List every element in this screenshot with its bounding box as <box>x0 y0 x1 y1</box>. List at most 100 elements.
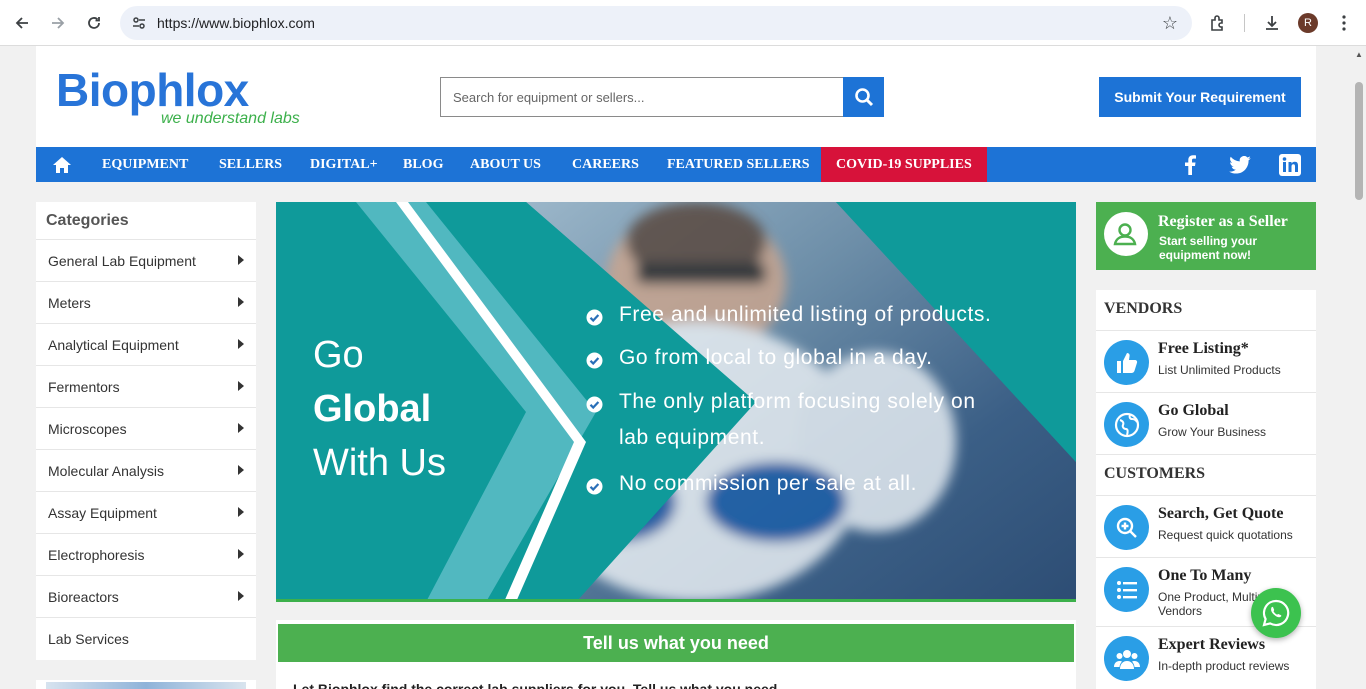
hero-banner[interactable]: Go Global With Us Free and unlimited lis… <box>276 202 1076 602</box>
search-field[interactable] <box>440 77 844 117</box>
category-label: Bioreactors <box>48 588 119 605</box>
caret-right-icon <box>238 297 244 307</box>
banner-line-with-us: With Us <box>313 442 446 484</box>
home-icon[interactable] <box>52 155 72 175</box>
benefit-free-listing[interactable]: Free Listing* List Unlimited Products <box>1096 330 1316 392</box>
nav-digital[interactable]: DIGITAL+ <box>310 147 378 182</box>
category-label: Meters <box>48 294 91 311</box>
reload-icon[interactable] <box>82 11 106 35</box>
category-label: Assay Equipment <box>48 504 157 521</box>
banner-line-global: Global <box>313 388 432 430</box>
whatsapp-icon <box>1262 599 1290 627</box>
profile-avatar[interactable]: R <box>1298 13 1318 33</box>
users-group-icon <box>1104 636 1149 681</box>
category-label: Molecular Analysis <box>48 462 164 479</box>
category-item[interactable]: General Lab Equipment <box>36 239 256 281</box>
benefit-go-global[interactable]: Go Global Grow Your Business <box>1096 392 1316 454</box>
bookmark-star-icon[interactable]: ☆ <box>1162 13 1178 33</box>
customers-heading: CUSTOMERS <box>1096 454 1316 483</box>
category-item[interactable]: Meters <box>36 281 256 323</box>
tell-us-section: Tell us what you need Let Biophlox find … <box>276 620 1076 689</box>
check-circle-icon <box>586 352 603 369</box>
category-item[interactable]: Assay Equipment <box>36 491 256 533</box>
site-logo[interactable]: Biophlox we understand labs <box>56 64 316 134</box>
category-label: Analytical Equipment <box>48 336 179 353</box>
logo-tagline: we understand labs <box>161 110 300 127</box>
download-icon[interactable] <box>1260 11 1284 35</box>
browser-toolbar: https://www.biophlox.com ☆ R <box>0 0 1366 46</box>
scroll-up-arrow-icon[interactable]: ▲ <box>1355 50 1363 59</box>
list-icon <box>1104 567 1149 612</box>
category-item[interactable]: Analytical Equipment <box>36 323 256 365</box>
caret-right-icon <box>238 339 244 349</box>
benefit-subtitle: List Unlimited Products <box>1158 363 1281 377</box>
banner-line-go: Go <box>313 334 364 376</box>
caret-right-icon <box>238 549 244 559</box>
register-title: Register as a Seller <box>1158 213 1288 230</box>
caret-right-icon <box>238 423 244 433</box>
extensions-icon[interactable] <box>1206 11 1230 35</box>
back-arrow-icon[interactable] <box>10 11 34 35</box>
category-label: General Lab Equipment <box>48 252 196 269</box>
linkedin-icon[interactable] <box>1279 154 1301 176</box>
categories-panel: Categories General Lab Equipment Meters … <box>36 202 256 660</box>
category-item[interactable]: Lab Services <box>36 617 256 659</box>
menu-kebab-icon[interactable] <box>1332 11 1356 35</box>
search-plus-icon <box>1104 505 1149 550</box>
thumbs-up-icon <box>1104 340 1149 385</box>
next-card-preview <box>36 680 256 689</box>
site-settings-icon[interactable] <box>128 12 150 34</box>
whatsapp-chat-button[interactable] <box>1251 588 1301 638</box>
benefit-title: One To Many <box>1158 567 1252 584</box>
check-circle-icon <box>586 309 603 326</box>
nav-about-us[interactable]: ABOUT US <box>470 147 541 182</box>
toolbar-divider <box>1244 14 1245 32</box>
page-scrollbar[interactable]: ▲ <box>1352 46 1366 689</box>
nav-careers[interactable]: CAREERS <box>572 147 639 182</box>
caret-right-icon <box>238 591 244 601</box>
site-header: Biophlox we understand labs Submit Your … <box>36 46 1316 147</box>
category-label: Electrophoresis <box>48 546 145 563</box>
tell-us-heading: Tell us what you need <box>278 624 1074 662</box>
nav-blog[interactable]: BLOG <box>403 147 443 182</box>
caret-right-icon <box>238 465 244 475</box>
page-content: Biophlox we understand labs Submit Your … <box>36 46 1316 689</box>
benefit-title: Expert Reviews <box>1158 636 1266 653</box>
search-button[interactable] <box>843 77 884 117</box>
nav-sellers[interactable]: SELLERS <box>219 147 282 182</box>
category-label: Microscopes <box>48 420 127 437</box>
category-item[interactable]: Bioreactors <box>36 575 256 617</box>
facebook-icon[interactable] <box>1179 154 1201 176</box>
twitter-icon[interactable] <box>1229 154 1251 176</box>
address-bar[interactable]: https://www.biophlox.com ☆ <box>120 6 1192 40</box>
search-input[interactable] <box>441 78 843 116</box>
benefit-subtitle: Request quick quotations <box>1158 528 1293 542</box>
benefit-search-quote[interactable]: Search, Get Quote Request quick quotatio… <box>1096 495 1316 557</box>
category-item[interactable]: Microscopes <box>36 407 256 449</box>
category-item[interactable]: Electrophoresis <box>36 533 256 575</box>
banner-headline: Go Global With Us <box>313 328 446 490</box>
benefit-subtitle: In-depth product reviews <box>1158 659 1290 673</box>
nav-covid-supplies[interactable]: COVID-19 SUPPLIES <box>821 147 987 182</box>
caret-right-icon <box>238 381 244 391</box>
register-subtitle: Start selling your equipment now! <box>1159 234 1258 262</box>
submit-requirement-button[interactable]: Submit Your Requirement <box>1099 77 1301 117</box>
check-circle-icon <box>586 396 603 413</box>
scrollbar-thumb[interactable] <box>1355 82 1363 200</box>
banner-progress-bar <box>276 599 1076 602</box>
benefit-title: Go Global <box>1158 402 1229 419</box>
url-text[interactable]: https://www.biophlox.com <box>157 15 315 31</box>
tell-us-intro-text: Let Biophlox find the correct lab suppli… <box>293 681 778 689</box>
nav-equipment[interactable]: EQUIPMENT <box>102 147 188 182</box>
register-seller-button[interactable]: Register as a Seller Start selling your … <box>1096 202 1316 270</box>
main-nav: EQUIPMENT SELLERS DIGITAL+ BLOG ABOUT US… <box>36 147 1316 182</box>
forward-arrow-icon[interactable] <box>46 11 70 35</box>
category-item[interactable]: Fermentors <box>36 365 256 407</box>
search-icon <box>854 88 873 107</box>
check-circle-icon <box>586 478 603 495</box>
categories-title: Categories <box>46 212 129 229</box>
nav-featured-sellers[interactable]: FEATURED SELLERS <box>667 147 810 182</box>
benefit-title: Free Listing* <box>1158 340 1249 357</box>
category-item[interactable]: Molecular Analysis <box>36 449 256 491</box>
category-label: Lab Services <box>48 630 129 647</box>
